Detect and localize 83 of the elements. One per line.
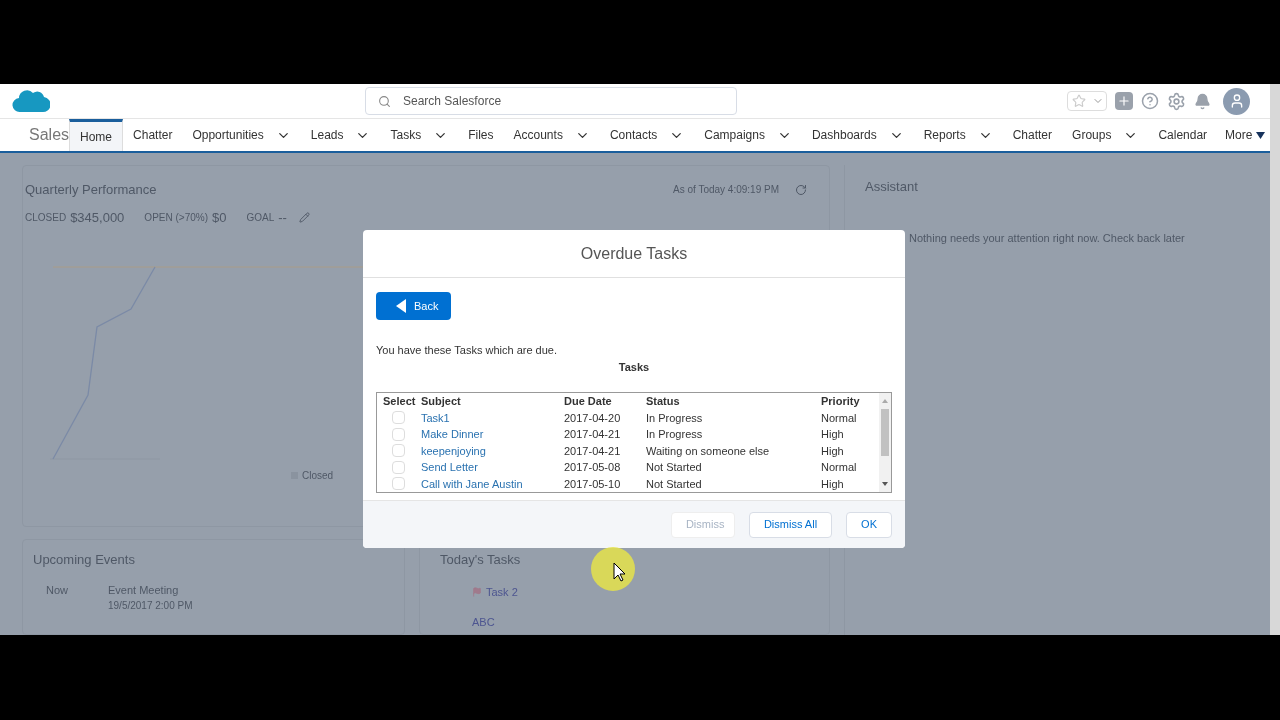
table-cell-text: 2017-04-21 [564, 443, 622, 459]
table-cell-text: 2017-05-10 [564, 476, 622, 492]
table-title: Tasks [617, 359, 651, 375]
card-title: Upcoming Events [33, 551, 136, 569]
nav-tab[interactable]: Tasks [380, 119, 459, 151]
flag-icon [472, 586, 482, 597]
table-cell-text: In Progress [646, 427, 704, 442]
stat-label: GOAL [246, 210, 275, 225]
nav-tab[interactable]: Contacts [599, 119, 695, 151]
table-cell-text: High [821, 443, 845, 459]
stat-label: OPEN (>70%) [144, 210, 208, 225]
star-icon [1072, 94, 1086, 108]
panel-title: Assistant [865, 178, 919, 196]
more-tab[interactable]: More [1217, 119, 1274, 151]
card-title: Quarterly Performance [25, 181, 157, 199]
table-cell-text: In Progress [646, 410, 704, 426]
timestamp: As of Today 4:09:19 PM [673, 183, 779, 198]
table-cell-text: 2017-04-20 [564, 410, 622, 426]
nav-tab[interactable]: Chatter [1002, 119, 1063, 151]
cloud-logo-icon [12, 88, 50, 114]
checkbox[interactable] [392, 427, 405, 441]
nav-tab[interactable]: Accounts [503, 119, 600, 151]
nav-tab[interactable]: Groups [1062, 119, 1149, 151]
checkbox[interactable] [392, 444, 405, 458]
stat-value: -- [278, 208, 287, 227]
settings-icon[interactable] [1167, 91, 1186, 111]
subject-link[interactable]: Make Dinner [421, 426, 564, 443]
checkbox[interactable] [392, 411, 405, 425]
modal-title: Overdue Tasks [580, 243, 688, 264]
back-arrow-icon [396, 299, 406, 313]
subject-link[interactable]: keepenjoying [421, 442, 564, 459]
nav-tab[interactable]: Files [458, 119, 504, 151]
table-cell-text: 2017-04-21 [564, 427, 622, 442]
search-field[interactable]: Search Salesforce [365, 87, 737, 115]
nav-tab[interactable]: Dashboards [801, 119, 914, 151]
back-button[interactable]: Back [376, 292, 451, 320]
nav-tab[interactable]: Home [69, 119, 124, 151]
stat-label: CLOSED [25, 210, 67, 225]
table-cell-text: Not Started [646, 476, 703, 492]
avatar[interactable] [1223, 87, 1250, 115]
plus-icon [1117, 94, 1131, 108]
column-header: Priority [821, 394, 861, 409]
table-cell-text: Normal [821, 410, 858, 426]
column-header: Subject [421, 394, 462, 409]
checkbox[interactable] [392, 477, 405, 491]
refresh-icon[interactable] [795, 183, 807, 196]
checkbox[interactable] [392, 460, 405, 474]
subject-link[interactable]: Task1 [421, 409, 564, 426]
nav-tab[interactable]: Chatter [123, 119, 183, 151]
stat-value: $345,000 [70, 208, 125, 227]
nav-tab[interactable]: Reports [913, 119, 1003, 151]
table-cell-text: Normal [821, 460, 858, 475]
table-cell-text: Waiting on someone else [646, 443, 771, 459]
column-header: Select [382, 394, 417, 409]
nav-tab[interactable]: Campaigns [694, 119, 802, 151]
card-title: Today's Tasks [440, 551, 522, 569]
pencil-icon[interactable] [298, 211, 310, 223]
stat-value: $0 [212, 208, 227, 227]
subject-link[interactable]: Call with Jane Austin [421, 475, 564, 492]
column-header: Status [646, 394, 681, 409]
event-time: Now [46, 582, 69, 598]
search-icon [378, 94, 391, 108]
nav-tab[interactable]: Leads [300, 119, 381, 151]
legend-label: Closed [302, 469, 334, 483]
footer-button[interactable]: Dismiss All [748, 511, 833, 538]
app-name: Sales [29, 125, 70, 145]
table-cell-text: 2017-05-08 [564, 460, 622, 475]
nav-tab[interactable]: Calendar [1148, 119, 1218, 151]
caret-down-icon[interactable] [1256, 131, 1266, 139]
nav-tab[interactable]: Opportunities [182, 119, 301, 151]
help-icon[interactable] [1141, 92, 1159, 110]
footer-button[interactable]: OK [846, 511, 892, 538]
event-date: 19/5/2017 2:00 PM [108, 599, 193, 613]
subject-link[interactable]: Send Letter [421, 459, 564, 476]
table-cell-text: High [821, 476, 845, 492]
assistant-message: Nothing needs your attention right now. Check back later [909, 230, 1186, 246]
intro-text: You have these Tasks which are due. [376, 343, 558, 358]
add-button[interactable] [1115, 92, 1133, 110]
column-header: Due Date [564, 394, 613, 409]
table-cell-text: High [821, 427, 845, 442]
favorites-button[interactable] [1067, 91, 1107, 111]
bell-icon[interactable] [1194, 92, 1211, 110]
table-cell-text: Not Started [646, 460, 703, 475]
